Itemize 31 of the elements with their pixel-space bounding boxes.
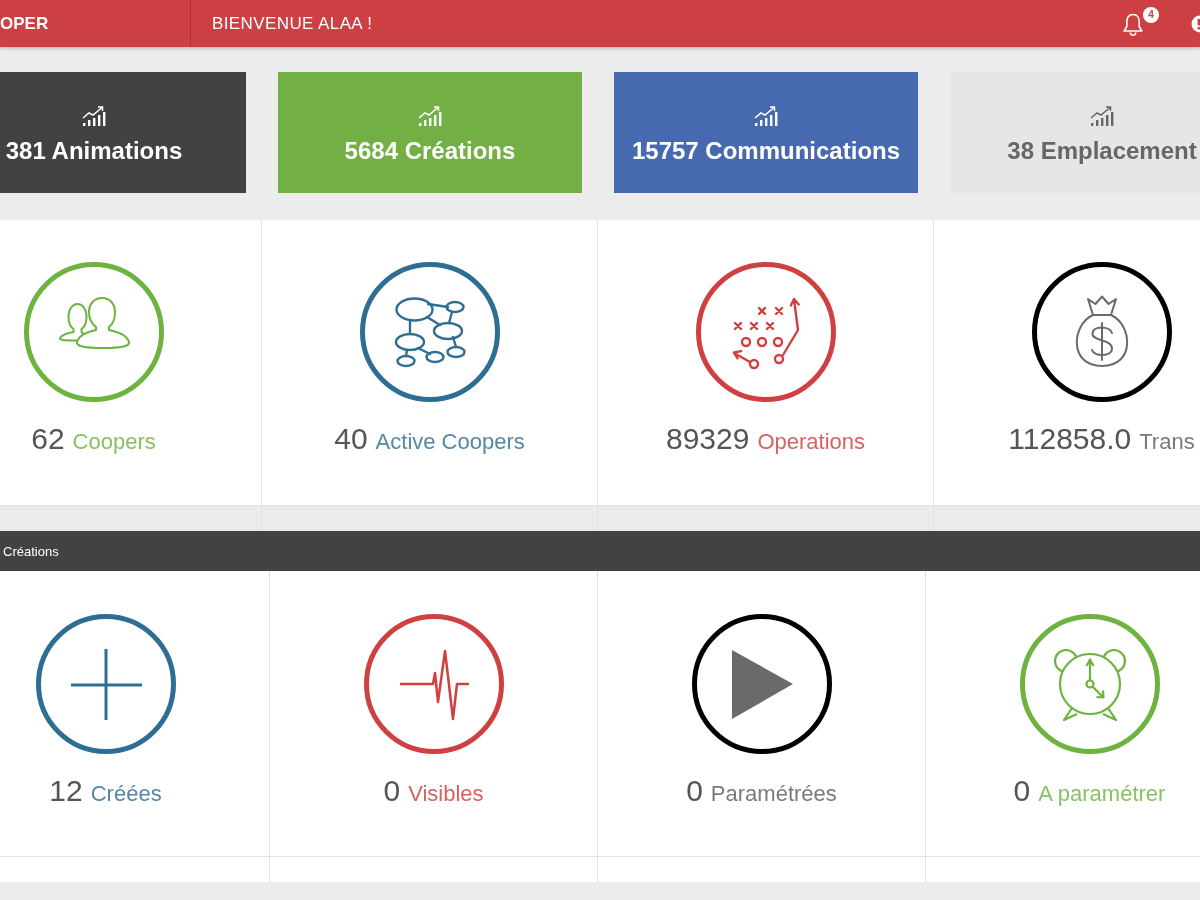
tile-count: 38 Emplacement xyxy=(1007,136,1197,166)
tile-count: 381 Animations xyxy=(5,136,183,166)
stat-label: Créées xyxy=(90,781,162,807)
stat-label: Active Coopers xyxy=(375,429,525,455)
welcome-text: BIENVENUE ALAA ! xyxy=(212,13,374,34)
stat-value: 112858.0 xyxy=(1008,422,1132,456)
stat-value: 0 xyxy=(1013,774,1031,808)
stat-label: Trans xyxy=(1139,429,1195,455)
stat-label: Paramétrées xyxy=(710,781,837,807)
stat-value: 0 xyxy=(383,774,401,808)
trend-chart-icon xyxy=(753,105,779,127)
tile-count: 15757 Communications xyxy=(631,136,901,166)
bell-icon xyxy=(1123,11,1143,36)
section-title: Créations xyxy=(3,543,59,559)
stat-label: Coopers xyxy=(72,429,156,455)
trend-chart-icon xyxy=(1089,105,1115,127)
stat-value: 62 xyxy=(31,422,65,456)
stat-value: 0 xyxy=(686,774,703,808)
trend-chart-icon xyxy=(81,105,107,127)
brand-name: OPER xyxy=(0,13,49,34)
trend-chart-icon xyxy=(417,105,443,127)
stat-label: A paramétrer xyxy=(1038,781,1166,807)
stat-label: Operations xyxy=(757,429,866,455)
stat-value: 89329 xyxy=(665,422,750,456)
tile-count: 5684 Créations xyxy=(344,136,516,166)
notification-count: 4 xyxy=(1143,6,1159,23)
alert-icon[interactable] xyxy=(1190,14,1200,33)
stat-value: 12 xyxy=(49,774,83,808)
stat-value: 40 xyxy=(334,422,368,456)
notifications-button[interactable] xyxy=(1123,11,1143,36)
stat-label: Visibles xyxy=(408,781,484,807)
